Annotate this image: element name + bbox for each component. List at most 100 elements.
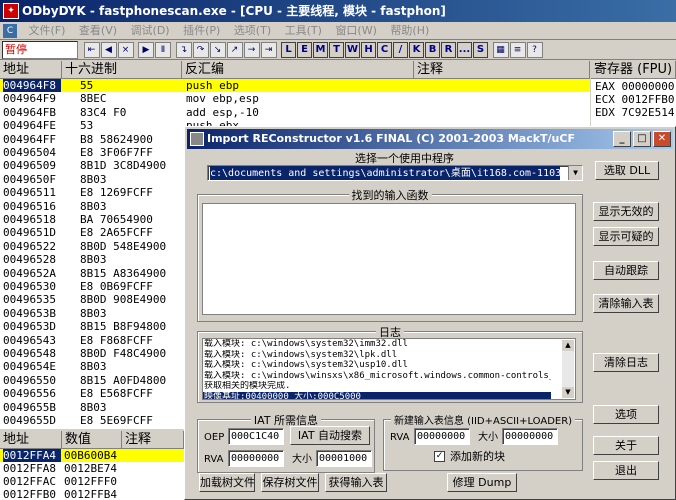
col-header-address[interactable]: 地址 [0, 61, 62, 79]
pick-dll-button[interactable]: 选取 DLL [595, 161, 659, 180]
system-menu-icon[interactable]: C [3, 24, 17, 38]
new-rva-field[interactable]: 00000000 [414, 428, 470, 445]
log-scrollbar[interactable]: ▲ ▼ [562, 340, 574, 398]
menu-options[interactable]: 选项(T) [229, 22, 276, 39]
log-line[interactable]: 载入模块: c:\windows\system32\imm32.dll [203, 339, 551, 350]
disasm-row[interactable]: 004964F9 8BEC mov ebp,esp [0, 92, 590, 105]
tool-W[interactable]: W [345, 42, 360, 58]
oep-field[interactable]: 000C1C40 [228, 428, 284, 445]
stack-row[interactable]: 0012FFA4 00B600B4 [0, 449, 184, 462]
stack-row[interactable]: 0012FFA8 0012BE74 [0, 462, 184, 475]
disasm-addr: 00496504 [3, 146, 56, 159]
register-ecx[interactable]: ECX 0012FFB0 [595, 93, 674, 106]
help-icon[interactable]: ? [526, 42, 543, 58]
tool-L[interactable]: L [281, 42, 296, 58]
process-select[interactable]: c:\documents and settings\administrator\… [207, 165, 583, 181]
clear-imports-button[interactable]: 清除输入表 [593, 294, 659, 313]
step-into-icon[interactable]: ↴ [175, 42, 192, 58]
open-icon[interactable]: ⇤ [83, 42, 100, 58]
menu-view[interactable]: 查看(V) [74, 22, 122, 39]
step-over-icon[interactable]: ↷ [192, 42, 209, 58]
stack-row[interactable]: 0012FFAC 0012FFF0 [0, 475, 184, 488]
col-header-hex[interactable]: 十六进制 [62, 61, 182, 79]
fix-dump-button[interactable]: 修理 Dump [447, 473, 517, 492]
log-list[interactable]: 载入模块: c:\windows\system32\imm32.dll 载入模块:… [202, 338, 576, 400]
maximize-button[interactable]: □ [633, 131, 651, 147]
log-line[interactable]: 映像基址:00400000 大小:000C5000 [203, 391, 551, 399]
register-eax[interactable]: EAX 00000000 [595, 80, 674, 93]
restart-icon[interactable]: ◀ [100, 42, 117, 58]
scroll-up-icon[interactable]: ▲ [562, 340, 574, 351]
tool-M[interactable]: M [313, 42, 328, 58]
tool-K[interactable]: K [409, 42, 424, 58]
iat-size-field[interactable]: 00001000 [316, 450, 372, 467]
col-header-comment[interactable]: 注释 [414, 61, 590, 79]
menu-help[interactable]: 帮助(H) [385, 22, 434, 39]
register-edx[interactable]: EDX 7C92E514 [595, 106, 674, 119]
minimize-button[interactable]: _ [613, 131, 631, 147]
tool-dots[interactable]: ... [457, 42, 472, 58]
log-line[interactable]: 获取相关的模块完成. [203, 381, 551, 392]
new-iat-group: 新建输入表信息 (IID+ASCII+LOADER) RVA 00000000 … [383, 416, 583, 471]
log-line[interactable]: 载入模块: c:\windows\system32\lpk.dll [203, 350, 551, 361]
imports-tree[interactable] [202, 203, 576, 315]
stack-row[interactable]: 0012FFB0 0012FFB4 [0, 488, 184, 500]
trace-over-icon[interactable]: ↗ [226, 42, 243, 58]
registers-header[interactable]: 寄存器 (FPU) [591, 61, 676, 79]
stack-col-comment[interactable]: 注释 [122, 431, 184, 449]
disasm-addr: 0049655D [3, 414, 56, 427]
disasm-row[interactable]: 004964FB 83C4 F0 add esp,-10 [0, 106, 590, 119]
about-button[interactable]: 关于 [593, 436, 659, 455]
chevron-down-icon[interactable]: ▼ [568, 166, 582, 180]
tool-B[interactable]: B [425, 42, 440, 58]
tool-S[interactable]: S [473, 42, 488, 58]
tool-H[interactable]: H [361, 42, 376, 58]
tool-E[interactable]: E [297, 42, 312, 58]
disasm-addr: 004964FB [3, 105, 56, 119]
menu-file[interactable]: 文件(F) [24, 22, 71, 39]
menu-debug[interactable]: 调试(D) [126, 22, 175, 39]
stack-col-address[interactable]: 地址 [0, 431, 62, 449]
disasm-row[interactable]: 004964F8 55 push ebp [0, 79, 590, 92]
disasm-addr: 0049655B [3, 400, 56, 414]
menu-window[interactable]: 窗口(W) [330, 22, 381, 39]
stack-col-value[interactable]: 数值 [62, 431, 122, 449]
scroll-down-icon[interactable]: ▼ [562, 387, 574, 398]
stack-pane[interactable]: 地址 数值 注释 0012FFA4 00B600B4 0012FFA8 0012BE7… [0, 431, 184, 500]
close-button[interactable]: ✕ [653, 131, 671, 147]
new-size-field[interactable]: 00000000 [502, 428, 558, 445]
run-icon[interactable]: ▶ [138, 42, 154, 58]
options-button[interactable]: 选项 [593, 405, 659, 424]
iat-rva-field[interactable]: 00000000 [228, 450, 284, 467]
close-icon[interactable]: × [117, 42, 134, 58]
exit-button[interactable]: 退出 [593, 461, 659, 480]
grid-icon[interactable]: ▦ [492, 42, 509, 58]
iat-info-group: IAT 所需信息 OEP 000C1C40 IAT 自动搜索 RVA 00000… [197, 414, 375, 473]
pause-icon[interactable]: Ⅱ [155, 42, 171, 58]
execute-till-return-icon[interactable]: → [243, 42, 260, 58]
tool-T[interactable]: T [329, 42, 344, 58]
disasm-hex: 8B15 A8364900 [80, 266, 167, 280]
clear-log-button[interactable]: 清除日志 [593, 353, 659, 372]
tool-C[interactable]: C [377, 42, 392, 58]
show-suspect-button[interactable]: 显示可疑的 [593, 227, 659, 246]
goto-icon[interactable]: ⇥ [260, 42, 277, 58]
menu-tools[interactable]: 工具(T) [280, 22, 327, 39]
tool-slash[interactable]: / [393, 42, 408, 58]
menu-plugins[interactable]: 插件(P) [178, 22, 225, 39]
add-section-checkbox[interactable]: ✓ [434, 451, 445, 462]
disasm-addr: 00496535 [3, 293, 56, 307]
log-line[interactable]: 载入模块: c:\windows\system32\usp10.dll [203, 360, 551, 371]
show-invalid-button[interactable]: 显示无效的 [593, 202, 659, 221]
auto-trace-button[interactable]: 自动跟踪 [593, 261, 659, 280]
get-imports-button[interactable]: 获得输入表 [325, 473, 387, 492]
col-header-disasm[interactable]: 反汇编 [182, 61, 414, 79]
log-line[interactable]: 载入模块: c:\windows\winsxs\x86_microsoft.wi… [203, 371, 551, 382]
iat-autosearch-button[interactable]: IAT 自动搜索 [290, 426, 370, 445]
trace-into-icon[interactable]: ↘ [209, 42, 226, 58]
save-tree-button[interactable]: 保存树文件 [261, 473, 319, 492]
tool-R[interactable]: R [441, 42, 456, 58]
list-icon[interactable]: ≡ [509, 42, 526, 58]
load-tree-button[interactable]: 加载树文件 [199, 473, 255, 492]
stack-rows: 0012FFA4 00B600B4 0012FFA8 0012BE74 0012FFAC… [0, 449, 184, 500]
